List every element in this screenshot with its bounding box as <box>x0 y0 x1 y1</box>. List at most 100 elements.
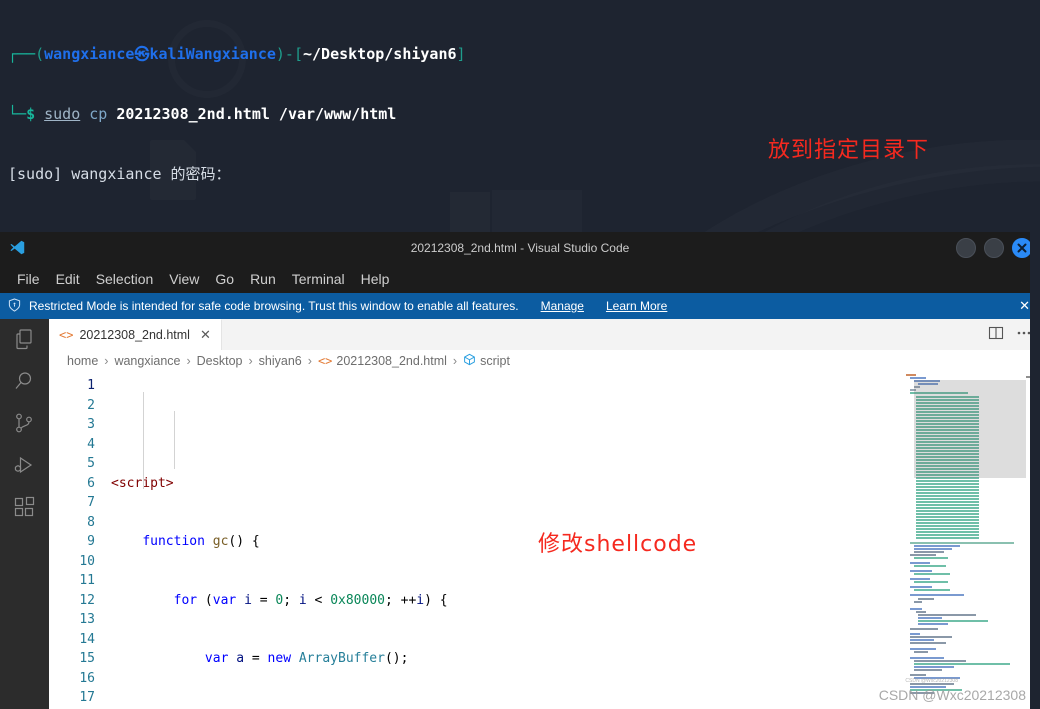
minimap-line <box>914 651 928 653</box>
html-file-icon: <> <box>59 328 74 342</box>
minimap-line <box>910 586 932 588</box>
line-number: 7 <box>87 495 95 510</box>
line-number: 15 <box>79 651 95 666</box>
minimap-line <box>910 570 932 572</box>
split-editor-icon[interactable] <box>988 325 1004 345</box>
minimap-line <box>910 657 944 659</box>
menu-terminal[interactable]: Terminal <box>285 269 352 289</box>
minimap-line <box>910 674 926 676</box>
line-number: 1 <box>87 378 95 393</box>
shield-icon <box>8 297 21 316</box>
line-number: 3 <box>87 417 95 432</box>
minimap-line <box>906 374 916 376</box>
menu-run[interactable]: Run <box>243 269 283 289</box>
minimap-line <box>910 377 926 379</box>
vscode-body: <> 20212308_2nd.html ✕ home › wangxiance… <box>0 319 1040 709</box>
minimap[interactable] <box>904 372 1026 709</box>
watermark-small: CSDN @Wxc20212308 <box>905 678 958 684</box>
minimap-line <box>914 573 950 575</box>
minimap-line <box>910 636 952 638</box>
activity-bar[interactable] <box>0 319 49 709</box>
menu-go[interactable]: Go <box>208 269 241 289</box>
terminal-output[interactable]: ┌──(wangxiance㉿kaliWangxiance)-[~/Deskto… <box>0 0 1040 232</box>
breadcrumb-item-file[interactable]: 20212308_2nd.html <box>336 354 447 368</box>
tab-20212308_2nd-html[interactable]: <> 20212308_2nd.html ✕ <box>49 319 222 350</box>
code-line-1: <script> <box>111 474 1040 494</box>
breadcrumb[interactable]: home › wangxiance › Desktop › shiyan6 › … <box>49 350 1040 372</box>
minimap-line <box>910 542 1014 544</box>
tab-close-icon[interactable]: ✕ <box>200 327 211 343</box>
extensions-icon[interactable] <box>12 495 36 519</box>
desktop-right-edge <box>1030 232 1040 709</box>
line-number: 17 <box>79 690 95 705</box>
command-name-1: cp <box>89 105 108 123</box>
watermark: CSDN @Wxc20212308 <box>878 687 1026 703</box>
terminal-window[interactable]: ┌──(wangxiance㉿kaliWangxiance)-[~/Deskto… <box>0 0 1040 232</box>
minimap-line <box>914 548 952 550</box>
line-numbers: 1 2 3 4 5 6 7 8 9 10 11 12 13 14 15 16 1… <box>49 372 107 709</box>
minimap-line <box>914 581 948 583</box>
window-title: 20212308_2nd.html - Visual Studio Code <box>410 240 630 255</box>
maximize-button[interactable] <box>984 238 1004 258</box>
minimap-line <box>910 608 922 610</box>
line-number: 16 <box>79 670 95 686</box>
minimap-line <box>918 620 988 622</box>
command-args-1: 20212308_2nd.html /var/www/html <box>116 105 397 123</box>
breadcrumb-item-shiyan6[interactable]: shiyan6 <box>259 354 302 368</box>
minimap-line <box>918 614 976 616</box>
minimap-line <box>916 611 926 613</box>
annotation-shellcode: 修改shellcode <box>538 532 698 557</box>
manage-link[interactable]: Manage <box>541 299 584 313</box>
annotation-directory: 放到指定目录下 <box>768 138 930 163</box>
indent-guide <box>174 411 175 469</box>
minimap-line <box>914 663 1010 665</box>
line-number: 8 <box>87 514 95 530</box>
source-control-icon[interactable] <box>12 411 36 435</box>
screenshot-root: ┌──(wangxiance㉿kaliWangxiance)-[~/Deskto… <box>0 0 1040 709</box>
minimap-line <box>914 660 966 662</box>
minimap-viewport-slider[interactable] <box>914 380 1026 478</box>
restricted-mode-banner: Restricted Mode is intended for safe cod… <box>0 293 1040 319</box>
search-icon[interactable] <box>12 369 36 393</box>
line-number: 2 <box>87 397 95 413</box>
breadcrumb-item-desktop[interactable]: Desktop <box>197 354 243 368</box>
sudo-keyword: sudo <box>44 105 81 123</box>
minimap-line <box>910 594 964 596</box>
close-button[interactable] <box>1012 238 1032 258</box>
banner-close-icon[interactable]: ✕ <box>1019 299 1030 314</box>
menu-selection[interactable]: Selection <box>89 269 161 289</box>
minimap-line <box>910 633 920 635</box>
editor-actions[interactable] <box>988 319 1032 350</box>
minimap-line <box>914 666 954 668</box>
prompt-user: wangxiance <box>44 45 135 63</box>
minimap-line <box>910 642 946 644</box>
breadcrumb-separator: › <box>452 354 458 368</box>
line-number: 9 <box>87 534 95 549</box>
window-controls[interactable] <box>956 238 1032 258</box>
editor-column: <> 20212308_2nd.html ✕ home › wangxiance… <box>49 319 1040 709</box>
breadcrumb-item-home[interactable]: home <box>67 354 98 368</box>
line-number: 6 <box>87 475 95 491</box>
minimap-line <box>914 601 922 603</box>
minimap-line <box>918 598 934 600</box>
breadcrumb-item-script[interactable]: script <box>480 354 510 368</box>
minimize-button[interactable] <box>956 238 976 258</box>
vscode-window[interactable]: 20212308_2nd.html - Visual Studio Code F… <box>0 232 1040 709</box>
breadcrumb-separator: › <box>307 354 312 368</box>
code-line-4: var a = new ArrayBuffer(); <box>204 651 409 666</box>
tab-label: 20212308_2nd.html <box>79 328 190 342</box>
explorer-icon[interactable] <box>12 327 36 351</box>
menu-file[interactable]: File <box>10 269 47 289</box>
html-file-icon: <> <box>317 354 333 368</box>
run-debug-icon[interactable] <box>12 453 36 477</box>
menu-view[interactable]: View <box>162 269 206 289</box>
minimap-line <box>914 557 948 559</box>
menu-help[interactable]: Help <box>354 269 397 289</box>
learn-more-link[interactable]: Learn More <box>606 299 667 313</box>
breadcrumb-item-wangxiance[interactable]: wangxiance <box>114 354 180 368</box>
terminal-blank-1 <box>8 224 1040 232</box>
vscode-menubar[interactable]: File Edit Selection View Go Run Terminal… <box>0 264 1040 293</box>
menu-edit[interactable]: Edit <box>49 269 87 289</box>
line-number: 11 <box>79 573 95 588</box>
editor-tabs[interactable]: <> 20212308_2nd.html ✕ <box>49 319 1040 350</box>
